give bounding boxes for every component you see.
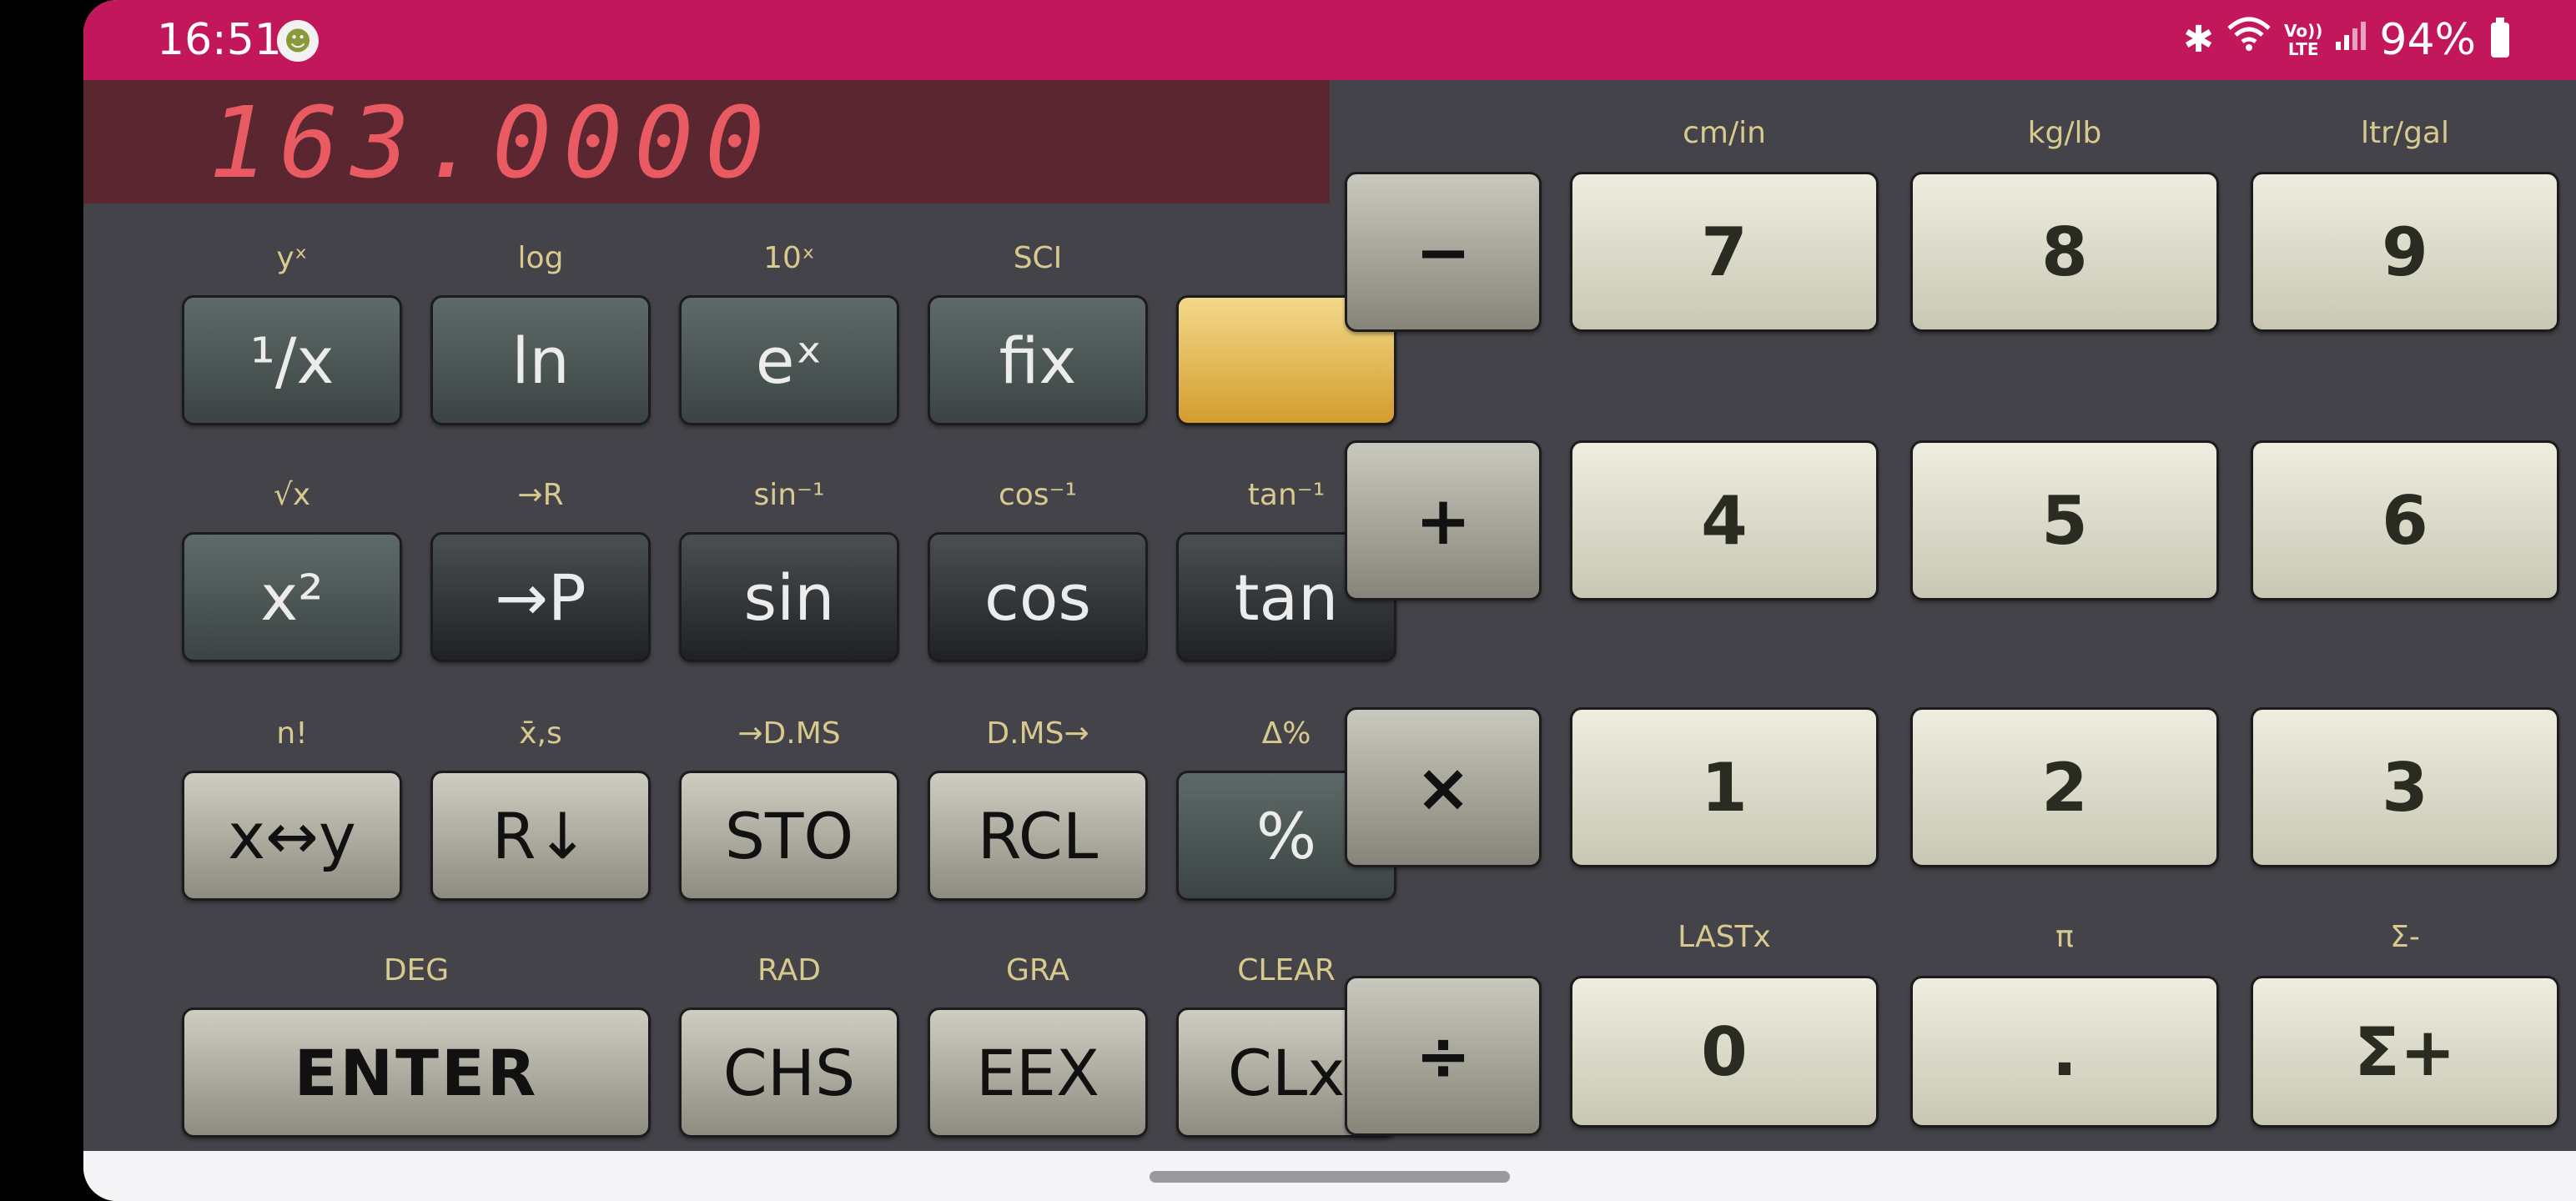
phone-screen: 16:51 ☻ ✱ Vo)) LTE 94% 163.0000 yˣ log 10… bbox=[83, 0, 2576, 1201]
enter-button[interactable]: ENTER bbox=[182, 1008, 651, 1138]
rcl-button[interactable]: RCL bbox=[928, 771, 1148, 901]
shift-label-gra: GRA bbox=[1005, 953, 1070, 987]
digit-4-button[interactable]: 4 bbox=[1570, 440, 1879, 600]
battery-percent: 94% bbox=[2379, 15, 2476, 65]
fix-button[interactable]: fix bbox=[928, 295, 1148, 425]
volte-icon: Vo)) LTE bbox=[2284, 21, 2323, 59]
digit-0-button[interactable]: 0 bbox=[1570, 976, 1879, 1128]
shift-label-yx: yˣ bbox=[276, 241, 308, 275]
shift-label-pi: π bbox=[2055, 920, 2074, 954]
lcd-display: 163.0000 bbox=[83, 80, 1330, 204]
plus-button[interactable]: + bbox=[1345, 440, 1542, 600]
shift-label-to-dms: →D.MS bbox=[737, 716, 841, 751]
sto-button[interactable]: STO bbox=[679, 771, 899, 901]
shift-label-acos: cos⁻¹ bbox=[998, 478, 1077, 512]
status-icons: ✱ Vo)) LTE 94% bbox=[2183, 12, 2509, 68]
shift-label-lastx: LASTx bbox=[1678, 920, 1771, 954]
digit-5-button[interactable]: 5 bbox=[1910, 440, 2219, 600]
chs-button[interactable]: CHS bbox=[679, 1008, 899, 1138]
battery-icon bbox=[2491, 18, 2509, 58]
shift-label-from-dms: D.MS→ bbox=[986, 716, 1089, 751]
shift-label-sigma-minus: Σ- bbox=[2390, 920, 2420, 954]
signal-icon bbox=[2334, 12, 2367, 68]
digit-6-button[interactable]: 6 bbox=[2251, 440, 2559, 600]
square-button[interactable]: x² bbox=[182, 532, 402, 662]
digit-3-button[interactable]: 3 bbox=[2251, 707, 2559, 867]
calculator-panel: 163.0000 yˣ log 10ˣ SCI ¹/x ln eˣ fix √x… bbox=[83, 80, 2576, 1151]
wifi-icon bbox=[2226, 12, 2272, 68]
ln-button[interactable]: ln bbox=[430, 295, 651, 425]
eex-button[interactable]: EEX bbox=[928, 1008, 1148, 1138]
shift-label-deg: DEG bbox=[383, 953, 450, 987]
shift-label-cm-in: cm/in bbox=[1683, 116, 1766, 150]
digit-9-button[interactable]: 9 bbox=[2251, 172, 2559, 332]
display-value: 163.0000 bbox=[209, 85, 777, 200]
shift-label-ltr-gal: ltr/gal bbox=[2361, 116, 2449, 150]
decimal-point-button[interactable]: . bbox=[1910, 976, 2219, 1128]
gesture-handle[interactable] bbox=[1150, 1171, 1510, 1183]
navigation-bar bbox=[83, 1151, 2576, 1201]
shift-label-rad: RAD bbox=[757, 953, 821, 987]
roll-down-button[interactable]: R↓ bbox=[430, 771, 651, 901]
digit-1-button[interactable]: 1 bbox=[1570, 707, 1879, 867]
shift-label-10x: 10ˣ bbox=[763, 241, 815, 275]
sin-button[interactable]: sin bbox=[679, 532, 899, 662]
digit-7-button[interactable]: 7 bbox=[1570, 172, 1879, 332]
status-bar: 16:51 ☻ ✱ Vo)) LTE 94% bbox=[83, 0, 2576, 80]
divide-button[interactable]: ÷ bbox=[1345, 976, 1542, 1136]
cos-button[interactable]: cos bbox=[928, 532, 1148, 662]
shift-label-sci: SCI bbox=[1013, 241, 1063, 275]
digit-2-button[interactable]: 2 bbox=[1910, 707, 2219, 867]
digit-8-button[interactable]: 8 bbox=[1910, 172, 2219, 332]
multiply-button[interactable]: × bbox=[1345, 707, 1542, 867]
status-time: 16:51 bbox=[157, 15, 282, 65]
bluetooth-icon: ✱ bbox=[2183, 18, 2215, 61]
shift-label-asin: sin⁻¹ bbox=[753, 478, 825, 512]
shift-label-factorial: n! bbox=[276, 716, 308, 751]
shift-label-sqrt: √x bbox=[273, 478, 311, 512]
shift-label-kg-lb: kg/lb bbox=[2027, 116, 2102, 150]
shift-label-to-rect: →R bbox=[517, 478, 564, 512]
reciprocal-button[interactable]: ¹/x bbox=[182, 295, 402, 425]
android-icon: ☻ bbox=[277, 20, 319, 62]
to-polar-button[interactable]: →P bbox=[430, 532, 651, 662]
shift-label-mean: x̄,s bbox=[519, 716, 562, 751]
exp-button[interactable]: eˣ bbox=[679, 295, 899, 425]
sigma-plus-button[interactable]: Σ+ bbox=[2251, 976, 2559, 1128]
swap-xy-button[interactable]: x↔y bbox=[182, 771, 402, 901]
minus-button[interactable]: − bbox=[1345, 172, 1542, 332]
shift-label-log: log bbox=[517, 241, 564, 275]
